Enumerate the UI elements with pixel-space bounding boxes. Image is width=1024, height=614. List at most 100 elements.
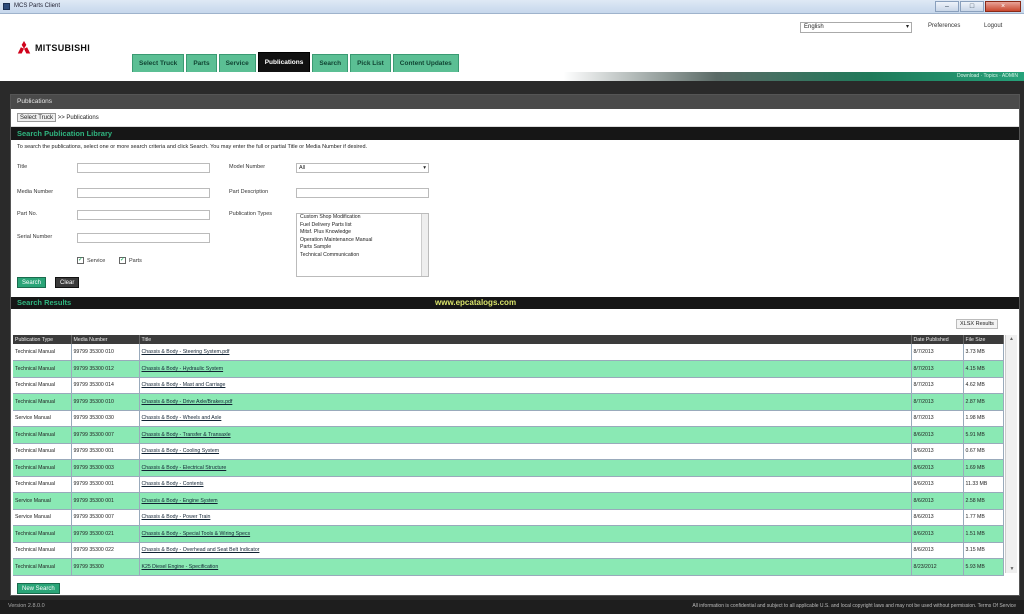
table-row[interactable]: Technical Manual 99799 35300 014 Chassis &… [13,377,1004,394]
cell-title[interactable]: Chassis & Body - Overhead and Seat Belt … [139,542,912,559]
part-no-label: Part No. [17,211,38,217]
results-header: Search Results www.epcatalogs.com [11,297,1019,309]
tab-search[interactable]: Search [312,54,349,72]
model-number-select[interactable]: All ▾ [296,163,429,173]
col-file-size[interactable]: File Size [963,335,1004,344]
col-media-number[interactable]: Media Number [71,335,140,344]
cell-title[interactable]: Chassis & Body - Drive Axle/Brakes.pdf [139,393,912,411]
table-row[interactable]: Technical Manual 99799 35300 003 Chassis &… [13,459,1004,477]
part-description-input[interactable] [296,188,429,198]
cell-media-number: 99799 35300 010 [71,344,140,361]
table-row[interactable]: Technical Manual 99799 35300 010 Chassis &… [13,393,1004,411]
cell-date: 8/7/2013 [911,360,964,378]
cell-file-size: 11.33 MB [963,476,1004,493]
cell-title[interactable]: Chassis & Body - Wheels and Axle [139,410,912,427]
list-item[interactable]: Fuel Delivery Parts list [297,222,428,230]
media-number-input[interactable] [77,188,210,198]
chevron-down-icon: ▾ [423,165,426,171]
cell-publication-type: Service Manual [13,509,72,526]
cell-file-size: 2.58 MB [963,492,1004,510]
cell-title[interactable]: Chassis & Body - Electrical Structure [139,459,912,477]
export-results-button[interactable]: XLSX Results [956,319,998,329]
language-select[interactable]: English ▾ [800,22,912,33]
cell-media-number: 99799 35300 021 [71,525,140,543]
tab-publications[interactable]: Publications [257,52,311,72]
main-tabs: Select Truck Parts Service Publications … [132,52,459,72]
copyright-text: All information is confidential and subj… [692,603,1016,609]
cell-title[interactable]: Chassis & Body - Steering System.pdf [139,344,912,361]
close-icon[interactable]: × [985,1,1021,12]
col-publication-type[interactable]: Publication Type [13,335,72,344]
table-row[interactable]: Technical Manual 99799 35300 K25 Diesel En… [13,558,1004,576]
table-row[interactable]: Technical Manual 99799 35300 010 Chassis &… [13,344,1004,361]
publication-types-list[interactable]: Custom Shop Modification Fuel Delivery P… [296,213,429,277]
three-diamonds-icon [17,41,31,54]
service-checkbox[interactable]: ✓ [77,257,84,264]
model-number-label: Model Number [229,164,266,170]
table-row[interactable]: Technical Manual 99799 35300 012 Chassis &… [13,360,1004,378]
search-form: Title Media Number Part No. Serial Numbe… [11,154,1019,302]
cell-title[interactable]: Chassis & Body - Contents [139,476,912,493]
col-title[interactable]: Title [139,335,912,344]
cell-title[interactable]: Chassis & Body - Hydraulic System [139,360,912,378]
list-item[interactable]: Custom Shop Modification [297,214,428,222]
tab-content-updates[interactable]: Content Updates [392,54,459,72]
tab-pick-list[interactable]: Pick List [350,54,391,72]
new-search-button[interactable]: New Search [17,583,60,594]
results-title: Search Results [17,298,72,307]
cell-title[interactable]: Chassis & Body - Power Train [139,509,912,526]
cell-date: 8/7/2013 [911,377,964,394]
scroll-up-icon[interactable]: ▲ [1006,335,1017,343]
serial-number-input[interactable] [77,233,210,243]
title-input[interactable] [77,163,210,173]
scroll-down-icon[interactable]: ▼ [1006,565,1018,573]
cell-publication-type: Technical Manual [13,377,72,394]
cell-media-number: 99799 35300 014 [71,377,140,394]
search-button[interactable]: Search [17,277,47,288]
maximize-icon[interactable]: □ [960,1,984,12]
cell-title[interactable]: Chassis & Body - Mast and Carriage [139,377,912,394]
table-row[interactable]: Technical Manual 99799 35300 021 Chassis &… [13,525,1004,543]
tab-parts[interactable]: Parts [186,54,217,72]
publication-types-label: Publication Types [229,211,273,217]
results-scrollbar[interactable]: ▲ ▼ [1005,335,1017,573]
preferences-link[interactable]: Preferences [928,23,960,29]
breadcrumb-home[interactable]: Select Truck [17,113,57,122]
list-item[interactable]: Operation Maintenance Manual [297,237,428,245]
table-row[interactable]: Technical Manual 99799 35300 007 Chassis &… [13,426,1004,444]
parts-checkbox[interactable]: ✓ [119,257,126,264]
tools-links[interactable]: Download · Topics · ADMIN [957,73,1018,79]
cell-title[interactable]: Chassis & Body - Special Tools & Wiring … [139,525,912,543]
cell-title[interactable]: Chassis & Body - Engine System [139,492,912,510]
col-date-published[interactable]: Date Published [911,335,964,344]
tab-service[interactable]: Service [218,54,256,72]
list-scrollbar[interactable] [421,214,428,276]
table-row[interactable]: Service Manual 99799 35300 030 Chassis & B… [13,410,1004,427]
list-item[interactable]: Mitsf. Plus Knowledge [297,229,428,237]
logout-link[interactable]: Logout [984,23,1002,29]
part-no-input[interactable] [77,210,210,220]
list-item[interactable]: Parts Sample [297,244,428,252]
table-row[interactable]: Technical Manual 99799 35300 001 Chassis &… [13,443,1004,460]
search-instructions: To search the publications, select one o… [17,144,368,150]
app-icon [3,3,10,10]
cell-title[interactable]: K25 Diesel Engine - Specification [139,558,912,576]
table-row[interactable]: Technical Manual 99799 35300 022 Chassis &… [13,542,1004,559]
cell-title[interactable]: Chassis & Body - Transfer & Transaxle [139,426,912,444]
chevron-down-icon: ▾ [905,24,909,30]
table-row[interactable]: Service Manual 99799 35300 007 Chassis & B… [13,509,1004,526]
window-controls: – □ × [935,1,1021,12]
cell-publication-type: Technical Manual [13,525,72,543]
language-value: English [804,24,824,30]
cell-file-size: 5.91 MB [963,426,1004,444]
minimize-icon[interactable]: – [935,1,959,12]
cell-date: 8/6/2013 [911,542,964,559]
cell-publication-type: Technical Manual [13,426,72,444]
cell-title[interactable]: Chassis & Body - Cooling System [139,443,912,460]
table-row[interactable]: Service Manual 99799 35300 001 Chassis & B… [13,492,1004,510]
tab-select-truck[interactable]: Select Truck [132,54,185,72]
table-row[interactable]: Technical Manual 99799 35300 001 Chassis &… [13,476,1004,493]
list-item[interactable]: Technical Communication [297,252,428,260]
cell-media-number: 99799 35300 003 [71,459,140,477]
clear-button[interactable]: Clear [55,277,80,288]
